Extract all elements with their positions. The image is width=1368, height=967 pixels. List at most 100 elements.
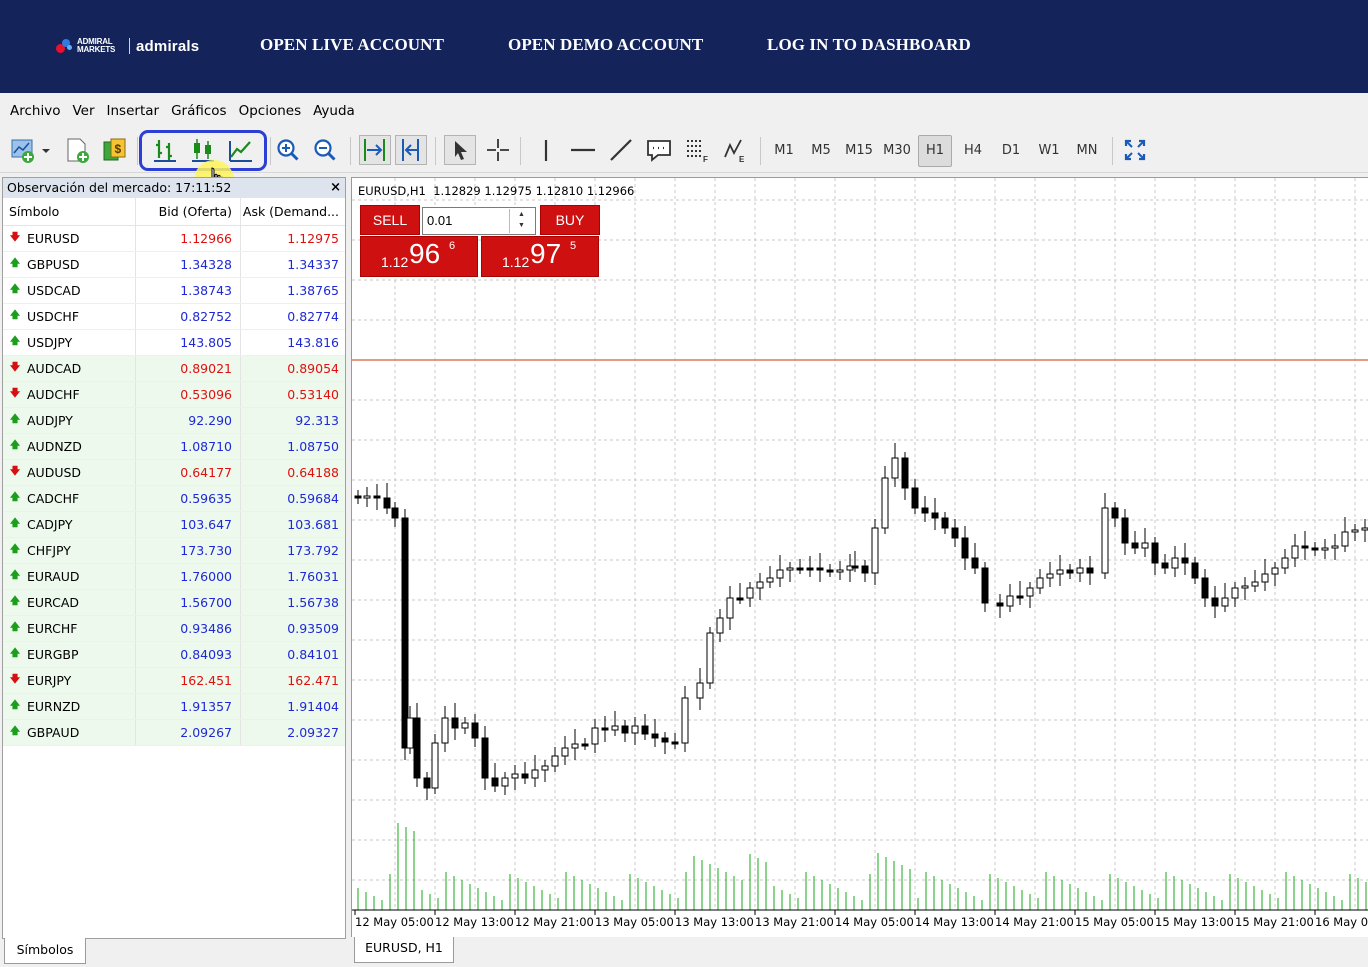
bid-cell: 1.56700 xyxy=(136,590,241,615)
sell-price[interactable]: 1.12 96 6 xyxy=(360,236,478,277)
toolbar-separator xyxy=(270,137,271,165)
symbol-name: AUDJPY xyxy=(27,413,73,428)
time-label: 13 May 05:00 xyxy=(595,915,674,929)
menu-archivo[interactable]: Archivo xyxy=(4,103,66,119)
menu-ayuda[interactable]: Ayuda xyxy=(307,103,361,119)
fibonacci-icon[interactable]: F xyxy=(682,135,712,165)
candle-body xyxy=(391,507,399,519)
market-watch-row[interactable]: 🡅 AUDNZD 1.08710 1.08750 xyxy=(3,434,345,460)
candle-body xyxy=(681,697,689,744)
horizontal-line-icon[interactable] xyxy=(568,135,598,165)
zoom-out-icon[interactable] xyxy=(310,135,340,165)
timeframe-m15[interactable]: M15 xyxy=(842,135,876,167)
chart-window[interactable]: 12 May 05:00 12 May 13:00 12 May 21:00 13 M… xyxy=(351,177,1368,937)
time-label: 14 May 13:00 xyxy=(915,915,994,929)
close-icon[interactable]: × xyxy=(330,178,341,198)
trendline-icon[interactable] xyxy=(606,135,636,165)
timeframe-h1[interactable]: H1 xyxy=(918,135,952,167)
time-label: 13 May 13:00 xyxy=(675,915,754,929)
candle-body xyxy=(796,567,804,571)
nav-open-demo-account[interactable]: OPEN DEMO ACCOUNT xyxy=(508,35,703,55)
market-watch-row[interactable]: 🡅 EURNZD 1.91357 1.91404 xyxy=(3,694,345,720)
candle-body xyxy=(951,527,959,539)
elliott-wave-icon[interactable]: E xyxy=(720,135,750,165)
market-watch-row[interactable]: 🡅 EURCHF 0.93486 0.93509 xyxy=(3,616,345,642)
market-watch-row[interactable]: 🡇 AUDUSD 0.64177 0.64188 xyxy=(3,460,345,486)
market-watch-row[interactable]: 🡅 USDCAD 1.38743 1.38765 xyxy=(3,278,345,304)
menu-ver[interactable]: Ver xyxy=(66,103,100,119)
lot-size-input[interactable]: 0.01 ▲ ▼ xyxy=(422,207,536,235)
candle-body xyxy=(1006,595,1014,607)
arrow-up-icon: 🡅 xyxy=(9,284,21,295)
new-profile-button[interactable] xyxy=(62,135,92,165)
market-watch-row[interactable]: 🡅 CHFJPY 173.730 173.792 xyxy=(3,538,345,564)
tab-simbolos[interactable]: Símbolos xyxy=(4,938,86,964)
time-label: 12 May 21:00 xyxy=(515,915,594,929)
market-watch-button[interactable]: $ xyxy=(100,135,130,165)
nav-login-dashboard[interactable]: LOG IN TO DASHBOARD xyxy=(767,35,971,55)
market-watch-row[interactable]: 🡅 GBPUSD 1.34328 1.34337 xyxy=(3,252,345,278)
lot-spinner[interactable]: ▲ ▼ xyxy=(509,209,533,233)
candle-body xyxy=(941,517,949,529)
menu-graficos[interactable]: Gráficos xyxy=(165,103,233,119)
timeframe-d1[interactable]: D1 xyxy=(994,135,1028,167)
timeframe-w1[interactable]: W1 xyxy=(1032,135,1066,167)
timeframe-mn[interactable]: MN xyxy=(1070,135,1104,167)
price-chart[interactable]: 12 May 05:00 12 May 13:00 12 May 21:00 13 M… xyxy=(352,178,1368,937)
market-watch-row[interactable]: 🡅 EURCAD 1.56700 1.56738 xyxy=(3,590,345,616)
buy-price[interactable]: 1.12 97 5 xyxy=(481,236,599,277)
timeframe-h4[interactable]: H4 xyxy=(956,135,990,167)
sell-button[interactable]: SELL xyxy=(360,205,420,235)
market-watch-row[interactable]: 🡅 USDCHF 0.82752 0.82774 xyxy=(3,304,345,330)
header-ask[interactable]: Ask (Demand... xyxy=(241,198,345,225)
new-chart-button[interactable] xyxy=(8,135,52,165)
arrow-up-icon: 🡅 xyxy=(9,440,21,451)
menu-bar: Archivo Ver Insertar Gráficos Opciones A… xyxy=(0,93,1368,129)
candle-body xyxy=(1271,567,1279,575)
vertical-line-icon[interactable] xyxy=(531,135,561,165)
buy-button[interactable]: BUY xyxy=(540,205,600,235)
market-watch-row[interactable]: 🡅 GBPAUD 2.09267 2.09327 xyxy=(3,720,345,746)
menu-insertar[interactable]: Insertar xyxy=(101,103,166,119)
market-watch-row[interactable]: 🡅 CADCHF 0.59635 0.59684 xyxy=(3,486,345,512)
timeframe-m1[interactable]: M1 xyxy=(767,135,801,167)
symbol-name: EURNZD xyxy=(27,699,81,714)
text-label-icon[interactable] xyxy=(644,135,674,165)
market-watch-row[interactable]: 🡇 AUDCHF 0.53096 0.53140 xyxy=(3,382,345,408)
market-watch-row[interactable]: 🡇 EURJPY 162.451 162.471 xyxy=(3,668,345,694)
admirals-logo[interactable]: ADMIRAL MARKETS admirals xyxy=(56,36,199,56)
candle-body xyxy=(1026,587,1034,597)
market-watch-row[interactable]: 🡇 AUDCAD 0.89021 0.89054 xyxy=(3,356,345,382)
nav-open-live-account[interactable]: OPEN LIVE ACCOUNT xyxy=(260,35,444,55)
market-watch-row[interactable]: 🡅 EURAUD 1.76000 1.76031 xyxy=(3,564,345,590)
chart-shift-icon[interactable] xyxy=(395,135,427,165)
chart-tab-eurusd-h1[interactable]: EURUSD, H1 xyxy=(354,937,454,963)
candle-body xyxy=(881,477,889,529)
market-watch-row[interactable]: 🡇 EURUSD 1.12966 1.12975 xyxy=(3,226,345,252)
candle-body xyxy=(706,632,714,684)
cursor-arrow-icon[interactable] xyxy=(444,135,476,165)
symbol-name: CADJPY xyxy=(27,517,73,532)
arrow-up-icon: 🡅 xyxy=(9,596,21,607)
candle-body xyxy=(1321,547,1329,551)
zoom-in-icon[interactable] xyxy=(273,135,303,165)
header-symbol[interactable]: Símbolo xyxy=(3,198,136,225)
symbol-name: USDCAD xyxy=(27,283,81,298)
auto-scroll-icon[interactable] xyxy=(359,135,391,165)
fullscreen-icon[interactable] xyxy=(1120,135,1150,165)
crosshair-icon[interactable] xyxy=(483,135,513,165)
ask-cell: 162.471 xyxy=(287,673,339,688)
menu-opciones[interactable]: Opciones xyxy=(233,103,308,119)
market-watch-row[interactable]: 🡅 CADJPY 103.647 103.681 xyxy=(3,512,345,538)
market-watch-row[interactable]: 🡅 USDJPY 143.805 143.816 xyxy=(3,330,345,356)
header-bid[interactable]: Bid (Oferta) xyxy=(136,198,241,225)
candle-body xyxy=(541,765,549,771)
market-watch-row[interactable]: 🡅 AUDJPY 92.290 92.313 xyxy=(3,408,345,434)
timeframe-m5[interactable]: M5 xyxy=(804,135,838,167)
symbol-name: EURUSD xyxy=(27,231,80,246)
symbol-name: USDJPY xyxy=(27,335,73,350)
market-watch-row[interactable]: 🡅 EURGBP 0.84093 0.84101 xyxy=(3,642,345,668)
candle-body xyxy=(786,567,794,571)
timeframe-m30[interactable]: M30 xyxy=(880,135,914,167)
candle-body xyxy=(431,742,439,789)
